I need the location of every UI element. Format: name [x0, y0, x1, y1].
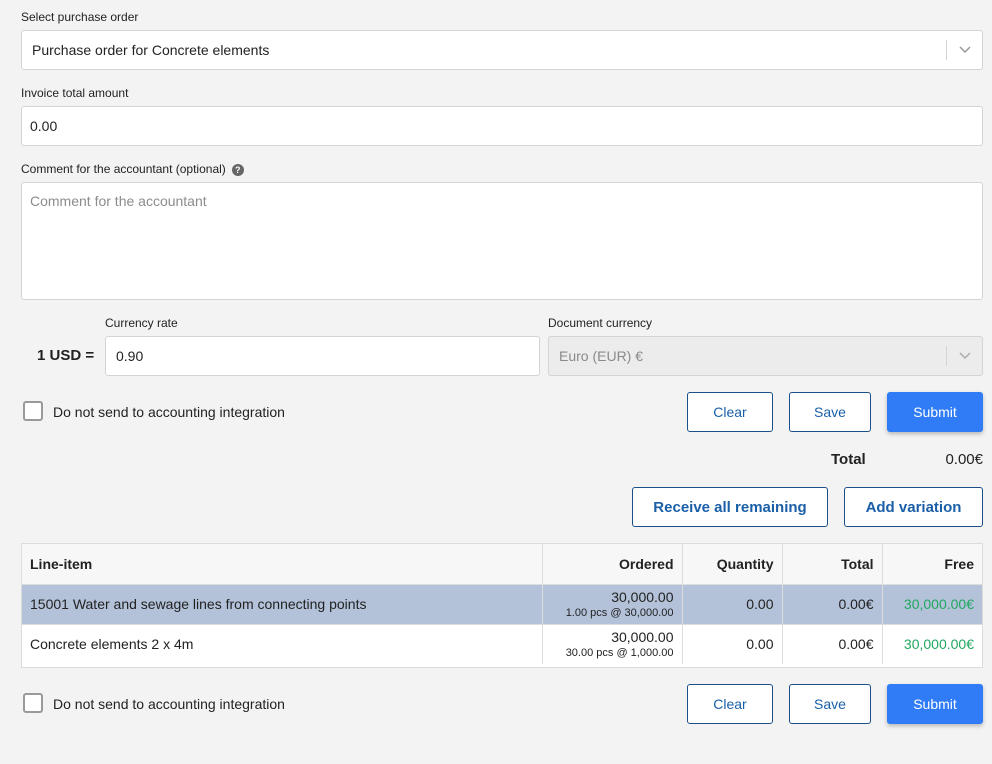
document-currency-value: Euro (EUR) € — [559, 348, 644, 364]
currency-rate-label: Currency rate — [105, 316, 178, 330]
line-items-table: Line-item Ordered Quantity Total Free 15… — [21, 543, 983, 668]
row-item: Concrete elements 2 x 4m — [22, 623, 543, 664]
invoice-total-input[interactable]: 0.00 — [21, 106, 983, 146]
document-currency-label: Document currency — [548, 316, 653, 330]
document-currency-select: Euro (EUR) € — [548, 336, 983, 376]
purchase-order-value: Purchase order for Concrete elements — [32, 42, 270, 58]
row-free: 30,000.00€ — [882, 583, 982, 624]
purchase-order-select[interactable]: Purchase order for Concrete elements — [21, 30, 983, 70]
invoice-total-value: 0.00 — [30, 118, 58, 134]
clear-button[interactable]: Clear — [687, 392, 773, 432]
header-quantity[interactable]: Quantity — [682, 544, 783, 584]
row-total: 0.00€ — [782, 583, 883, 624]
no-send-checkbox-bottom[interactable] — [23, 693, 43, 713]
no-send-label-bottom: Do not send to accounting integration — [53, 696, 285, 712]
row-ordered-detail: 30.00 pcs @ 1,000.00 — [565, 647, 674, 660]
row-ordered-value: 30,000.00 — [611, 629, 674, 646]
save-button[interactable]: Save — [789, 392, 871, 432]
comment-label-text: Comment for the accountant (optional) — [21, 162, 226, 176]
purchase-order-label: Select purchase order — [21, 10, 139, 24]
invoice-total-label: Invoice total amount — [21, 86, 129, 100]
row-quantity[interactable]: 0.00 — [682, 583, 783, 624]
row-quantity[interactable]: 0.00 — [682, 623, 783, 664]
row-ordered-value: 30,000.00 — [611, 589, 674, 605]
chevron-down-icon — [946, 346, 982, 366]
row-item: 15001 Water and sewage lines from connec… — [22, 583, 543, 624]
row-total: 0.00€ — [782, 623, 883, 664]
help-icon[interactable]: ? — [231, 163, 244, 176]
no-send-checkbox[interactable] — [23, 401, 43, 421]
total-value: 0.00€ — [945, 451, 983, 468]
save-button-bottom[interactable]: Save — [789, 684, 871, 724]
currency-prefix: 1 USD = — [37, 347, 95, 364]
total-label: Total — [831, 451, 866, 468]
header-free[interactable]: Free — [882, 544, 982, 584]
submit-button[interactable]: Submit — [887, 392, 983, 432]
row-free: 30,000.00€ — [882, 623, 982, 664]
table-row[interactable]: 15001 Water and sewage lines from connec… — [22, 583, 982, 624]
submit-button-bottom[interactable]: Submit — [887, 684, 983, 724]
row-ordered: 30,000.00 1.00 pcs @ 30,000.00 — [542, 583, 683, 624]
clear-button-bottom[interactable]: Clear — [687, 684, 773, 724]
no-send-label: Do not send to accounting integration — [53, 404, 285, 420]
header-total[interactable]: Total — [782, 544, 883, 584]
header-ordered[interactable]: Ordered — [542, 544, 683, 584]
row-ordered: 30,000.00 30.00 pcs @ 1,000.00 — [542, 623, 683, 664]
header-line-item[interactable]: Line-item — [22, 544, 543, 584]
comment-label: Comment for the accountant (optional)? — [21, 162, 244, 176]
currency-rate-value: 0.90 — [116, 348, 144, 364]
row-ordered-detail: 1.00 pcs @ 30,000.00 — [565, 607, 674, 619]
receive-all-button[interactable]: Receive all remaining — [632, 487, 828, 527]
table-row[interactable]: Concrete elements 2 x 4m 30,000.00 30.00… — [22, 623, 982, 664]
chevron-down-icon[interactable] — [946, 40, 982, 60]
add-variation-button[interactable]: Add variation — [844, 487, 983, 527]
comment-textarea[interactable] — [21, 182, 983, 300]
currency-rate-input[interactable]: 0.90 — [105, 336, 540, 376]
